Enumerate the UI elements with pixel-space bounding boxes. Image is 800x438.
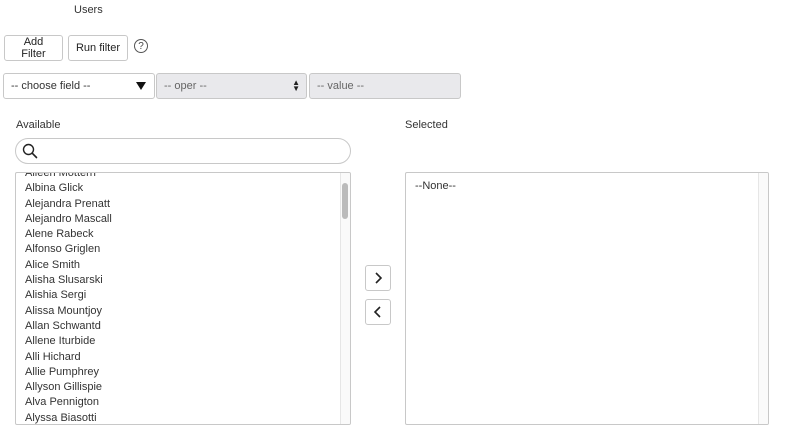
chevron-left-icon [373, 306, 381, 318]
move-left-button[interactable] [365, 299, 391, 325]
list-item[interactable]: Allie Pumphrey [25, 365, 112, 380]
operator-select[interactable]: -- oper -- ▲ ▼ [156, 73, 307, 99]
list-item[interactable]: Alfonso Griglen [25, 242, 112, 257]
available-label: Available [16, 119, 61, 131]
operator-select-value: -- oper -- [164, 80, 207, 92]
available-scrollbar[interactable] [340, 173, 350, 424]
list-item[interactable]: Allene Iturbide [25, 334, 112, 349]
run-filter-button[interactable]: Run filter [68, 35, 128, 61]
list-item[interactable]: Alissa Mountjoy [25, 304, 112, 319]
list-item[interactable]: Alejandra Prenatt [25, 197, 112, 212]
list-item[interactable]: Alli Hichard [25, 350, 112, 365]
available-list[interactable]: Aileen Mottern Albina Glick Alejandra Pren… [15, 172, 351, 425]
value-input[interactable]: -- value -- [309, 73, 461, 99]
help-icon[interactable]: ? [134, 39, 148, 53]
list-item[interactable]: Alisha Slusarski [25, 273, 112, 288]
selected-scrollbar[interactable] [758, 173, 768, 424]
move-right-button[interactable] [365, 265, 391, 291]
list-item[interactable]: Alejandro Mascall [25, 212, 112, 227]
list-item[interactable]: --None-- [415, 180, 456, 192]
list-item[interactable]: Allyson Gillispie [25, 380, 112, 395]
list-item[interactable]: Allan Schwantd [25, 319, 112, 334]
search-icon [22, 143, 38, 159]
list-item[interactable]: Alva Pennigton [25, 395, 112, 410]
selected-label: Selected [405, 119, 448, 131]
list-item[interactable]: Albina Glick [25, 181, 112, 196]
caret-down-icon [136, 82, 146, 90]
list-item[interactable]: Alene Rabeck [25, 227, 112, 242]
available-search-input[interactable] [15, 138, 351, 164]
list-item[interactable]: Alice Smith [25, 258, 112, 273]
selected-list[interactable]: --None-- [405, 172, 769, 425]
available-scroll-thumb[interactable] [342, 183, 348, 219]
list-item[interactable]: Alyssa Biasotti [25, 411, 112, 424]
field-select-value: -- choose field -- [11, 80, 91, 92]
value-input-placeholder: -- value -- [317, 80, 365, 92]
chevron-right-icon [375, 272, 383, 284]
field-select[interactable]: -- choose field -- [3, 73, 155, 99]
list-item[interactable]: Aileen Mottern [25, 173, 112, 181]
list-item[interactable]: Alishia Sergi [25, 288, 112, 303]
up-down-arrows-icon: ▲ ▼ [292, 78, 300, 93]
available-list-items: Aileen Mottern Albina Glick Alejandra Pren… [25, 173, 112, 424]
page-title: Users [74, 4, 103, 16]
add-filter-button[interactable]: Add Filter [4, 35, 63, 61]
